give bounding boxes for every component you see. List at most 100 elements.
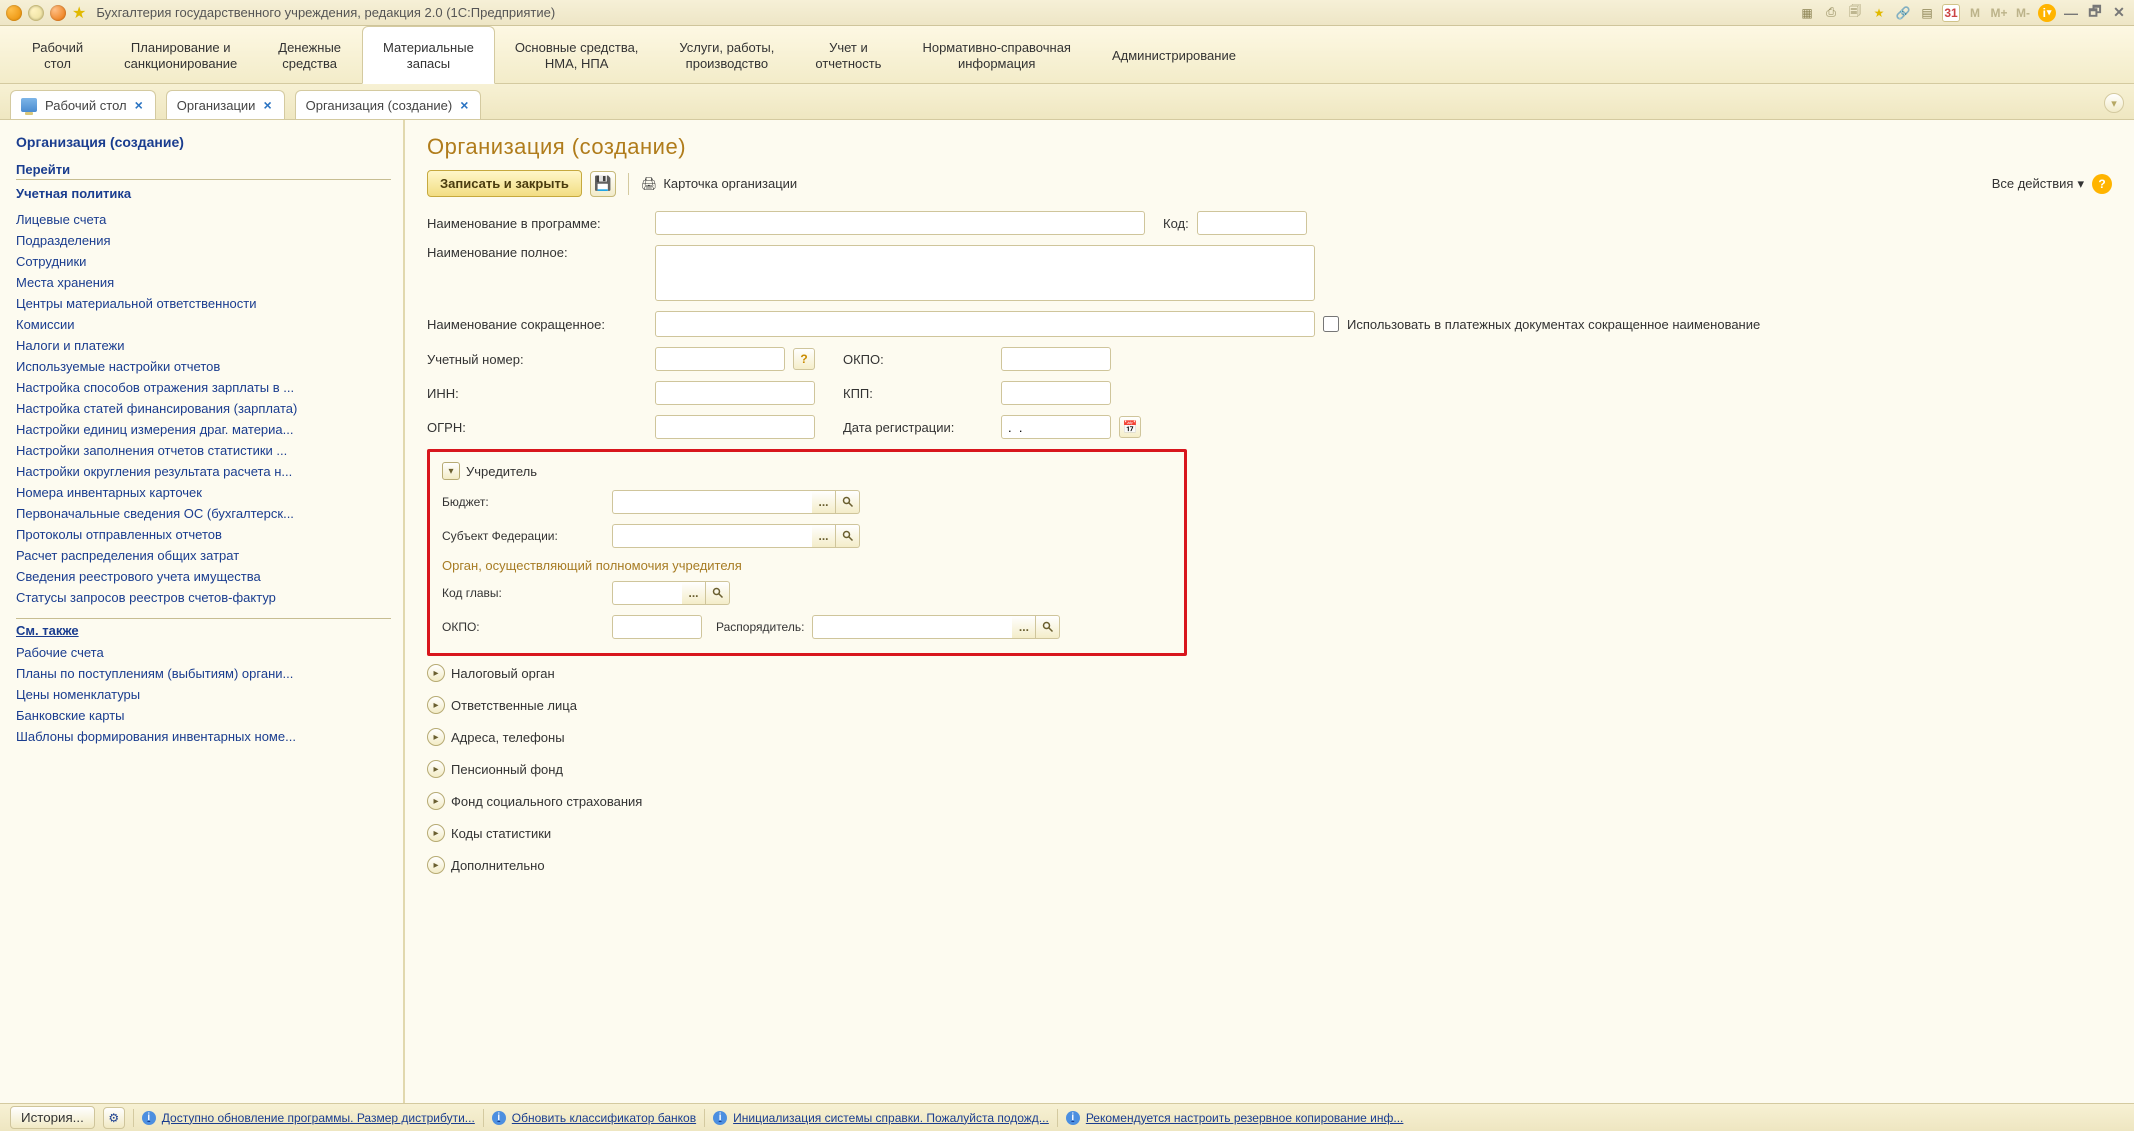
nav-link[interactable]: Шаблоны формирования инвентарных номе...	[16, 726, 391, 747]
nav-link[interactable]: Подразделения	[16, 230, 391, 251]
section-fixed-assets[interactable]: Основные средства, НМА, НПА	[495, 26, 660, 83]
nav-link[interactable]: Комиссии	[16, 314, 391, 335]
info-icon[interactable]: i	[2038, 4, 2056, 22]
status-banks-link[interactable]: iОбновить классификатор банков	[492, 1111, 696, 1125]
status-backup-link[interactable]: iРекомендуется настроить резервное копир…	[1066, 1111, 1404, 1125]
tab-organization-create[interactable]: Организация (создание) ×	[295, 90, 482, 119]
memory-mminus-icon[interactable]: M-	[2014, 4, 2032, 22]
select-button[interactable]: ...	[1012, 615, 1036, 639]
short-name-input[interactable]	[655, 311, 1315, 337]
manager-input[interactable]	[812, 615, 1012, 639]
nav-link[interactable]: Настройки округления результата расчета …	[16, 461, 391, 482]
hint-icon[interactable]: ?	[793, 348, 815, 370]
expand-icon[interactable]: ▸	[427, 728, 445, 746]
nav-link[interactable]: Расчет распределения общих затрат	[16, 545, 391, 566]
toolbar-icon-1[interactable]: ▦	[1798, 4, 1816, 22]
collapsed-section-label[interactable]: Коды статистики	[451, 826, 551, 841]
dropdown-icon[interactable]	[28, 5, 44, 21]
collapse-toggle-icon[interactable]: ▾	[442, 462, 460, 480]
collapsed-section-label[interactable]: Пенсионный фонд	[451, 762, 563, 777]
calendar-picker-icon[interactable]: 📅	[1119, 416, 1141, 438]
collapsed-section-label[interactable]: Адреса, телефоны	[451, 730, 565, 745]
select-button[interactable]: ...	[812, 524, 836, 548]
history-button[interactable]: История...	[10, 1106, 95, 1129]
expand-icon[interactable]: ▸	[427, 856, 445, 874]
help-icon[interactable]: ?	[2092, 174, 2112, 194]
tab-desktop[interactable]: Рабочий стол ×	[10, 90, 156, 119]
nav-link[interactable]: Лицевые счета	[16, 209, 391, 230]
select-button[interactable]: ...	[812, 490, 836, 514]
nav-link[interactable]: Используемые настройки отчетов	[16, 356, 391, 377]
ogrn-input[interactable]	[655, 415, 815, 439]
nav-link[interactable]: Статусы запросов реестров счетов-фактур	[16, 587, 391, 608]
nav-link[interactable]: Налоги и платежи	[16, 335, 391, 356]
collapsed-section-label[interactable]: Фонд социального страхования	[451, 794, 642, 809]
nav-link[interactable]: Места хранения	[16, 272, 391, 293]
section-cash[interactable]: Денежные средства	[258, 26, 362, 83]
tab-close-icon[interactable]: ×	[460, 97, 468, 113]
select-button[interactable]: ...	[682, 581, 706, 605]
tab-organizations[interactable]: Организации ×	[166, 90, 285, 119]
favorite-icon[interactable]: ★	[72, 3, 86, 23]
section-desktop[interactable]: Рабочий стол	[12, 26, 104, 83]
section-reference[interactable]: Нормативно-справочная информация	[902, 26, 1092, 83]
kod-input[interactable]	[1197, 211, 1307, 235]
use-short-checkbox[interactable]	[1323, 316, 1339, 332]
chapter-input[interactable]	[612, 581, 682, 605]
budget-input[interactable]	[612, 490, 812, 514]
subject-input[interactable]	[612, 524, 812, 548]
nav-link[interactable]: Настройка статей финансирования (зарплат…	[16, 398, 391, 419]
nav-link[interactable]: Сотрудники	[16, 251, 391, 272]
search-icon[interactable]	[706, 581, 730, 605]
status-help-link[interactable]: iИнициализация системы справки. Пожалуйс…	[713, 1111, 1049, 1125]
tab-close-icon[interactable]: ×	[263, 97, 271, 113]
regdate-input[interactable]	[1001, 415, 1111, 439]
window-minimize-icon[interactable]: —	[2062, 4, 2080, 22]
toolbar-link-icon[interactable]: 🔗	[1894, 4, 1912, 22]
collapsed-section-label[interactable]: Ответственные лица	[451, 698, 577, 713]
save-and-close-button[interactable]: Записать и закрыть	[427, 170, 582, 197]
program-name-input[interactable]	[655, 211, 1145, 235]
all-actions-dropdown[interactable]: Все действия ▾	[1992, 176, 2084, 192]
okpo-input[interactable]	[1001, 347, 1111, 371]
nav-link[interactable]: Цены номенклатуры	[16, 684, 391, 705]
collapsed-section-label[interactable]: Дополнительно	[451, 858, 545, 873]
nav-link[interactable]: Протоколы отправленных отчетов	[16, 524, 391, 545]
nav-link[interactable]: Настройка способов отражения зарплаты в …	[16, 377, 391, 398]
nav-link[interactable]: Банковские карты	[16, 705, 391, 726]
collapsed-section-label[interactable]: Налоговый орган	[451, 666, 555, 681]
kpp-input[interactable]	[1001, 381, 1111, 405]
org-card-button[interactable]: 🖨 Карточка организации	[641, 176, 797, 192]
memory-m-icon[interactable]: M	[1966, 4, 1984, 22]
okpo2-input[interactable]	[612, 615, 702, 639]
statusbar-settings-icon[interactable]: ⚙	[103, 1107, 125, 1129]
toolbar-icon-2[interactable]: ⎙	[1822, 4, 1840, 22]
window-maximize-icon[interactable]: 🗗	[2086, 4, 2104, 22]
nav-link[interactable]: Первоначальные сведения ОС (бухгалтерск.…	[16, 503, 391, 524]
calendar-icon[interactable]: 31	[1942, 4, 1960, 22]
toolbar-icon-3[interactable]: 🗐	[1846, 4, 1864, 22]
section-planning[interactable]: Планирование и санкционирование	[104, 26, 258, 83]
nav-link[interactable]: Сведения реестрового учета имущества	[16, 566, 391, 587]
tab-close-icon[interactable]: ×	[135, 97, 143, 113]
minimize-ball-icon[interactable]	[50, 5, 66, 21]
uchno-input[interactable]	[655, 347, 785, 371]
window-close-icon[interactable]: ✕	[2110, 4, 2128, 22]
expand-icon[interactable]: ▸	[427, 792, 445, 810]
section-admin[interactable]: Администрирование	[1092, 26, 1257, 83]
section-accounting[interactable]: Учет и отчетность	[795, 26, 902, 83]
expand-icon[interactable]: ▸	[427, 760, 445, 778]
section-services[interactable]: Услуги, работы, производство	[659, 26, 795, 83]
inn-input[interactable]	[655, 381, 815, 405]
nav-link[interactable]: Центры материальной ответственности	[16, 293, 391, 314]
status-update-link[interactable]: iДоступно обновление программы. Размер д…	[142, 1111, 475, 1125]
nav-link[interactable]: Настройки заполнения отчетов статистики …	[16, 440, 391, 461]
tabs-more-button[interactable]: ▾	[2104, 93, 2124, 113]
system-menu-icon[interactable]	[6, 5, 22, 21]
search-icon[interactable]	[1036, 615, 1060, 639]
expand-icon[interactable]: ▸	[427, 696, 445, 714]
nav-link[interactable]: Настройки единиц измерения драг. материа…	[16, 419, 391, 440]
nav-link[interactable]: Номера инвентарных карточек	[16, 482, 391, 503]
memory-mplus-icon[interactable]: M+	[1990, 4, 2008, 22]
nav-link[interactable]: Рабочие счета	[16, 642, 391, 663]
